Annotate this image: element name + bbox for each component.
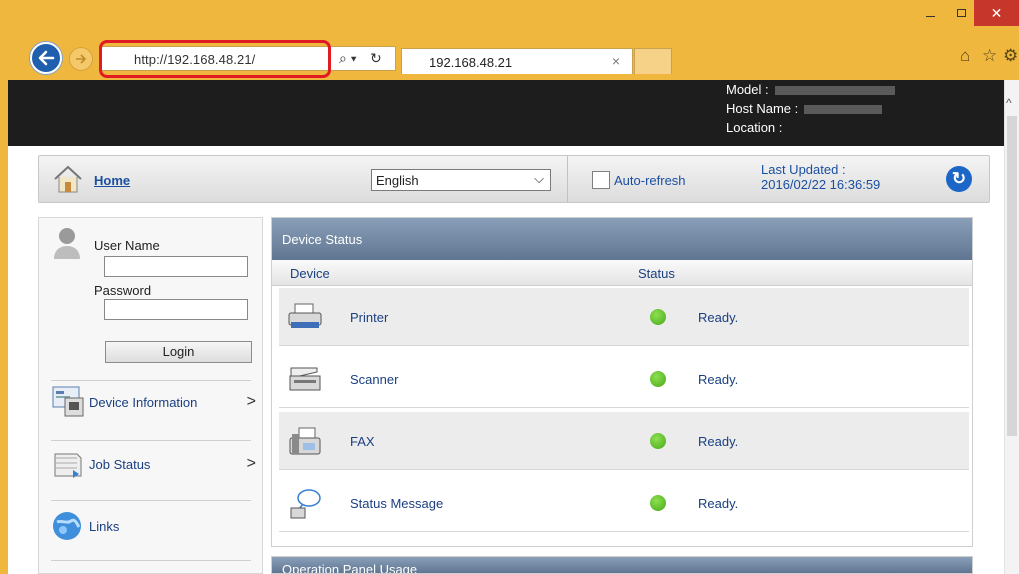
divider — [51, 500, 251, 501]
table-header: Device Status — [272, 260, 972, 286]
divider — [51, 440, 251, 441]
divider — [51, 380, 251, 381]
maximize-icon — [956, 9, 966, 17]
location-label: Location : — [726, 120, 783, 135]
user-name-input[interactable] — [104, 256, 248, 277]
column-device: Device — [290, 266, 330, 281]
browser-tab[interactable]: 192.168.48.21 × — [401, 48, 633, 74]
language-select[interactable]: English ⌵ — [371, 169, 551, 191]
status-green-dot-icon — [650, 309, 666, 325]
web-page: Model : Host Name : Location : ^ Home En… — [8, 80, 1019, 574]
scroll-thumb[interactable] — [1007, 116, 1017, 436]
login-button[interactable]: Login — [105, 341, 252, 363]
last-updated: Last Updated : 2016/02/22 16:36:59 — [761, 162, 880, 192]
status-green-dot-icon — [650, 371, 666, 387]
device-name[interactable]: Scanner — [350, 372, 398, 387]
sidebar-item-label: Job Status — [89, 457, 151, 472]
status-green-dot-icon — [650, 433, 666, 449]
status-text: Ready. — [698, 372, 739, 387]
printer-icon — [287, 302, 323, 335]
toolbar-divider — [567, 156, 568, 202]
home-icon[interactable]: ⌂ — [960, 46, 970, 66]
model-label: Model : — [726, 82, 769, 97]
forward-button[interactable] — [69, 47, 93, 71]
minimize-button[interactable] — [915, 0, 945, 26]
device-name[interactable]: Printer — [350, 310, 388, 325]
refresh-button[interactable]: ↻ — [946, 166, 972, 192]
gear-icon[interactable]: ⚙ — [1003, 46, 1018, 66]
status-text: Ready. — [698, 310, 739, 325]
auto-refresh-checkbox[interactable] — [592, 171, 610, 189]
user-name-label: User Name — [94, 238, 160, 253]
back-button[interactable] — [30, 42, 62, 74]
house-icon[interactable] — [52, 164, 84, 197]
page-header: Model : Host Name : Location : — [8, 80, 1004, 146]
status-text: Ready. — [698, 496, 739, 511]
job-status-icon — [51, 446, 87, 483]
sidebar-item-label: Links — [89, 519, 120, 534]
speech-bubble-icon — [287, 488, 323, 525]
close-window-button[interactable]: ✕ — [974, 0, 1019, 26]
redacted-value — [774, 86, 895, 96]
column-status: Status — [638, 266, 675, 281]
refresh-icon[interactable]: ↻ — [370, 50, 382, 67]
status-green-dot-icon — [650, 495, 666, 511]
chevron-down-icon: ⌵ — [534, 171, 544, 186]
minimize-icon — [925, 16, 935, 17]
table-row: Scanner Ready. — [279, 350, 969, 408]
panel-title: Device Status — [282, 232, 363, 247]
globe-icon — [51, 508, 87, 545]
password-input[interactable] — [104, 299, 248, 320]
status-text: Ready. — [698, 434, 739, 449]
chevron-right-icon: > — [246, 455, 256, 472]
forward-arrow-icon — [76, 54, 87, 64]
tab-close-button[interactable]: × — [612, 53, 620, 69]
top-toolbar: Home English ⌵ Auto-refresh Last Updated… — [38, 155, 990, 203]
device-info-block: Model : Host Name : Location : — [726, 80, 895, 137]
table-row: Printer Ready. — [279, 288, 969, 346]
sidebar-item-job-status[interactable]: Job Status > — [51, 446, 256, 486]
title-bar: ✕ — [0, 0, 1019, 36]
address-highlight-annotation — [99, 40, 331, 78]
scroll-up-icon[interactable]: ^ — [1006, 96, 1012, 110]
device-name[interactable]: Status Message — [350, 496, 443, 511]
device-information-icon — [51, 384, 87, 421]
scanner-icon — [287, 364, 323, 397]
sidebar-item-device-information[interactable]: Device Information > — [51, 384, 256, 424]
sidebar-item-links[interactable]: Links — [51, 508, 256, 548]
last-updated-value: 2016/02/22 16:36:59 — [761, 177, 881, 192]
host-name-label: Host Name : — [726, 101, 799, 116]
device-name[interactable]: FAX — [350, 434, 375, 449]
language-value: English — [376, 173, 419, 188]
star-icon[interactable]: ☆ — [982, 46, 997, 66]
fax-icon — [287, 426, 323, 461]
table-row: FAX Ready. — [279, 412, 969, 470]
user-icon — [52, 226, 82, 263]
operation-panel-usage-panel: Operation Panel Usage — [271, 556, 973, 574]
search-icon[interactable]: ⌕ ▾ — [339, 50, 357, 67]
panel-header: Device Status — [272, 218, 972, 260]
last-updated-label: Last Updated : — [761, 162, 846, 177]
device-status-panel: Device Status Device Status Printer Read… — [271, 217, 973, 547]
panel-title: Operation Panel Usage — [282, 562, 418, 574]
auto-refresh-label: Auto-refresh — [614, 173, 686, 188]
maximize-button[interactable] — [946, 0, 976, 26]
new-tab-button[interactable] — [634, 48, 672, 74]
back-arrow-icon — [38, 50, 55, 66]
table-row: Status Message Ready. — [279, 474, 969, 532]
redacted-value — [804, 105, 883, 115]
tab-title: 192.168.48.21 — [429, 55, 513, 70]
home-link[interactable]: Home — [94, 173, 130, 188]
browser-nav-row: http://192.168.48.21/ ⌕ ▾ ↻ 192.168.48.2… — [0, 36, 1019, 80]
sidebar: User Name Password Login Device Informat… — [38, 217, 263, 574]
divider — [51, 560, 251, 561]
vertical-scrollbar[interactable]: ^ — [1004, 80, 1019, 574]
password-label: Password — [94, 283, 152, 298]
chevron-right-icon: > — [246, 393, 256, 410]
sidebar-item-label: Device Information — [89, 395, 198, 410]
